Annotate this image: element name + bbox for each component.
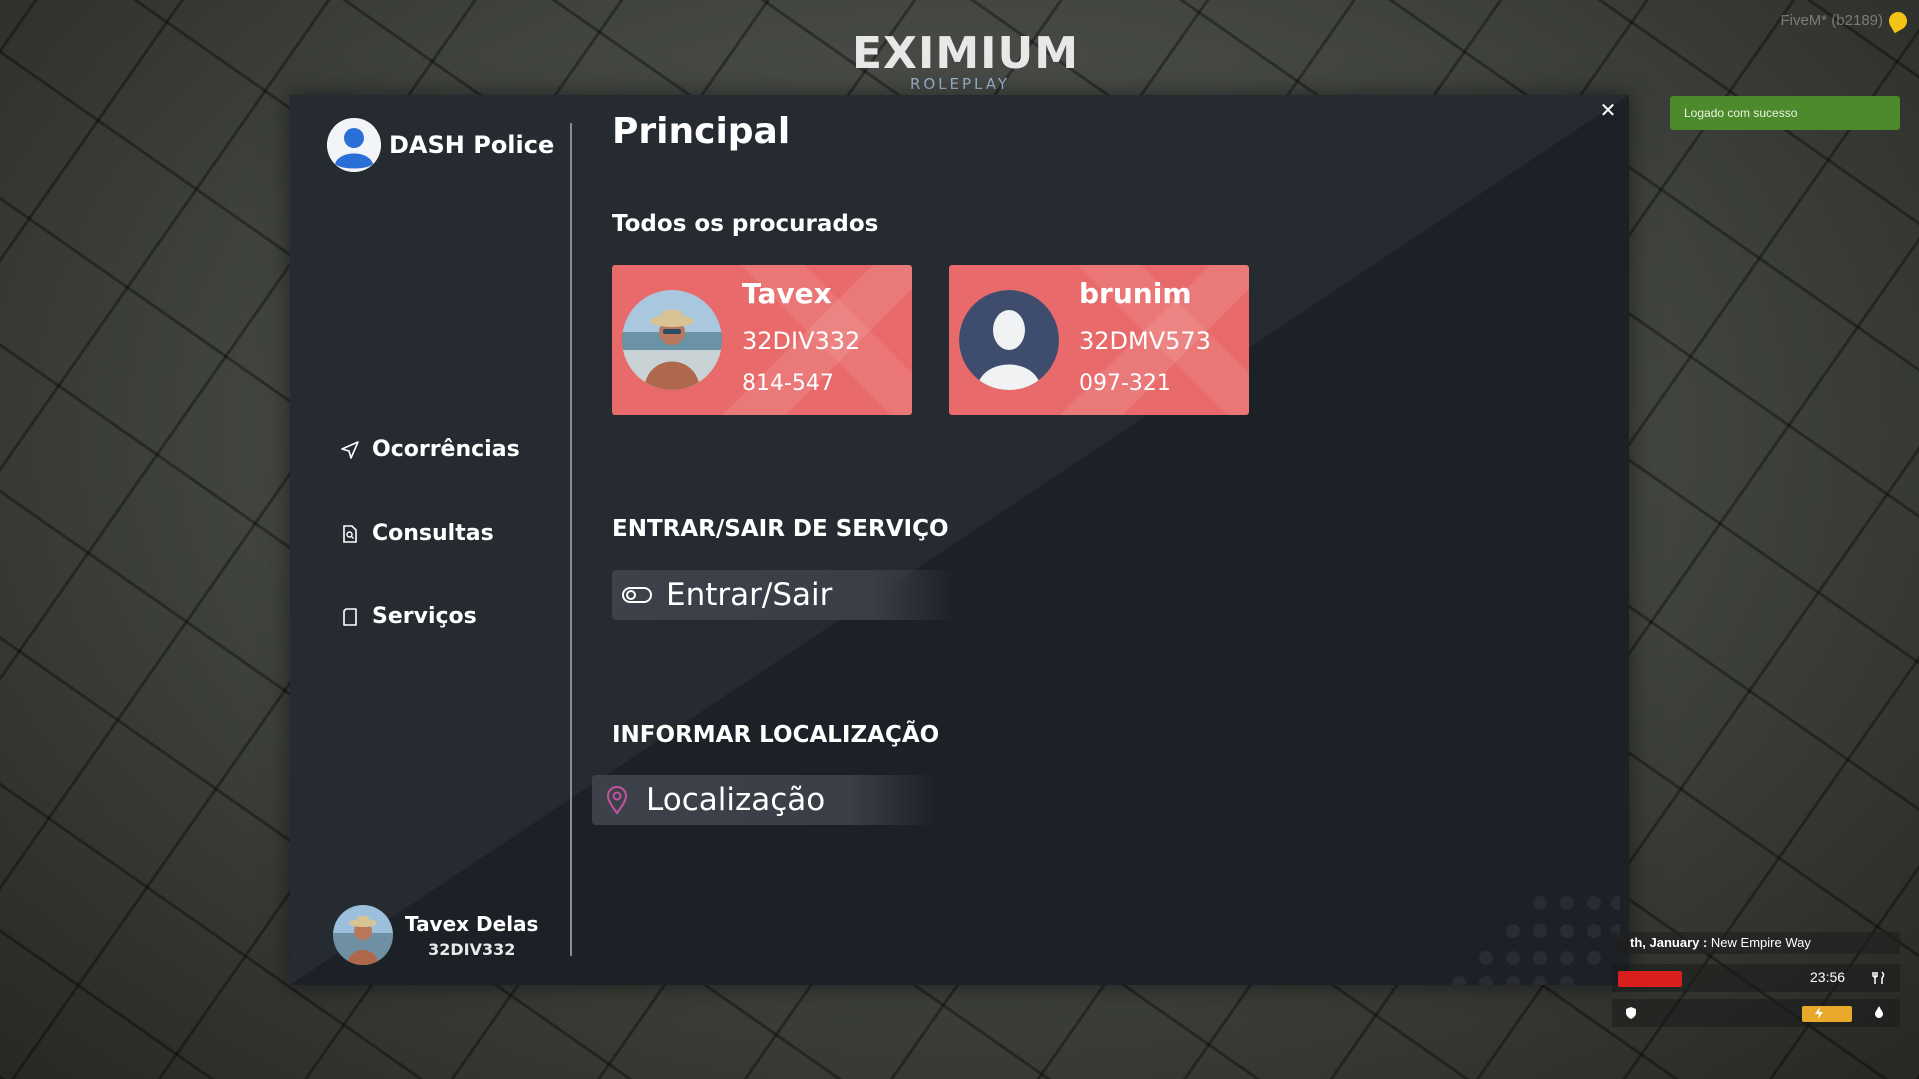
user-info: Tavex Delas 32DIV332 <box>405 912 538 959</box>
user-name: Tavex Delas <box>405 911 539 936</box>
logo-title: EXIMIUM <box>852 28 1080 79</box>
stamina-bar <box>1802 1006 1852 1022</box>
wanted-section-title: Todos os procurados <box>612 211 879 237</box>
nav-item-servicos[interactable]: Serviços <box>340 604 477 629</box>
nav-item-consultas[interactable]: Consultas <box>340 521 494 546</box>
notification-toast: Logado com sucesso <box>1670 96 1900 130</box>
clock-time: 23:56 <box>1810 969 1846 985</box>
decorative-dots <box>1452 896 1620 985</box>
wanted-name: Tavex <box>742 277 832 310</box>
avatar <box>333 905 393 965</box>
wanted-phone: 097-321 <box>1079 371 1171 396</box>
hud-status-row <box>1612 999 1900 1027</box>
shield-icon <box>1626 1007 1636 1019</box>
nav-item-ocorrencias[interactable]: Ocorrências <box>340 437 520 462</box>
nav-item-label: Serviços <box>372 604 477 629</box>
sidebar: DASH Police Ocorrências Consultas Serviç… <box>290 95 570 985</box>
hud-health-row: 23:56 <box>1612 964 1900 992</box>
location-section-title: INFORMAR LOCALIZAÇÃO <box>612 722 940 748</box>
fivem-icon <box>1885 8 1911 34</box>
user-icon <box>327 118 381 172</box>
duty-section-title: ENTRAR/SAIR DE SERVIÇO <box>612 516 949 542</box>
toggle-icon <box>622 587 652 603</box>
sidebar-divider <box>570 123 572 956</box>
page-title: Principal <box>612 111 791 152</box>
lightning-icon <box>1815 1007 1823 1019</box>
report-location-button[interactable]: Localização <box>592 775 937 825</box>
duty-button-label: Entrar/Sair <box>666 577 833 613</box>
toggle-duty-button[interactable]: Entrar/Sair <box>612 570 957 620</box>
wanted-id: 32DMV573 <box>1079 327 1211 355</box>
main-content: Principal Todos os procurados Tavex 32DI… <box>592 95 1629 985</box>
police-dashboard-panel: ✕ DASH Police Ocorrências Consultas Serv… <box>290 95 1629 985</box>
wanted-card[interactable]: Tavex 32DIV332 814-547 <box>612 265 912 415</box>
date-label: th, January <box>1630 935 1700 950</box>
wanted-card[interactable]: brunim 32DMV573 097-321 <box>949 265 1249 415</box>
street-display: th, January : New Empire Way <box>1612 932 1900 954</box>
water-drop-icon <box>1875 1006 1883 1018</box>
current-user: Tavex Delas 32DIV332 <box>333 905 538 965</box>
send-icon <box>341 440 359 459</box>
server-logo: EXIMIUM ROLEPLAY <box>852 28 1080 93</box>
street-name: New Empire Way <box>1710 935 1811 950</box>
nav-item-label: Ocorrências <box>372 437 520 462</box>
brand-title: DASH Police <box>389 131 555 159</box>
wanted-id: 32DIV332 <box>742 327 861 355</box>
document-icon <box>343 607 357 626</box>
location-button-label: Localização <box>646 782 826 818</box>
location-pin-icon <box>606 786 628 815</box>
food-icon <box>1872 971 1885 984</box>
nav-item-label: Consultas <box>372 521 494 546</box>
user-id: 32DIV332 <box>428 939 516 959</box>
street-separator: : <box>1699 935 1711 950</box>
client-version-label: FiveM* (b2189) <box>1780 12 1883 29</box>
wanted-photo <box>622 290 722 390</box>
wanted-name: brunim <box>1079 277 1192 310</box>
wanted-phone: 814-547 <box>742 371 834 396</box>
default-avatar-icon <box>959 290 1059 390</box>
brand: DASH Police <box>327 118 554 172</box>
search-document-icon <box>343 524 357 543</box>
health-bar <box>1618 971 1682 987</box>
